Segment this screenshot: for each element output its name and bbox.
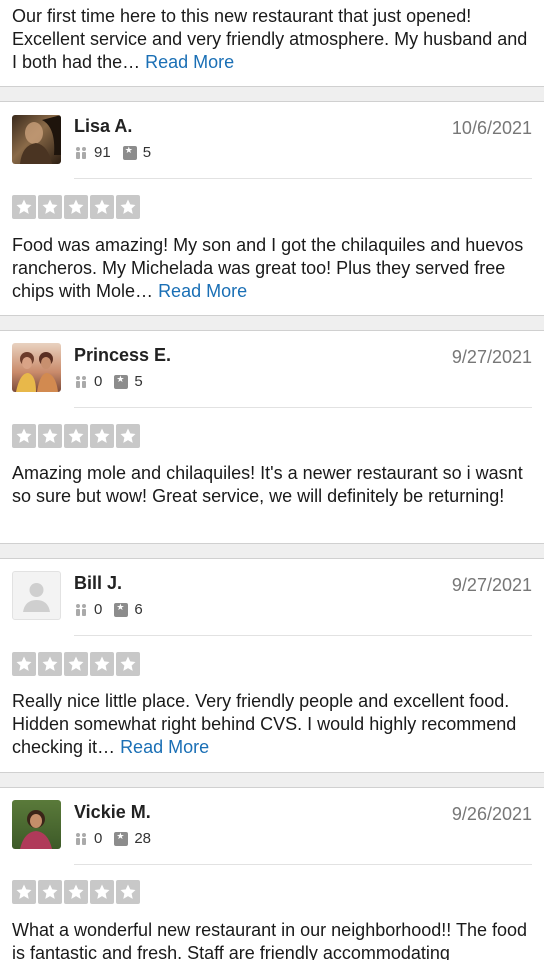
review-count-icon [114,374,129,389]
star-icon [64,880,88,904]
avatar[interactable] [12,343,61,392]
star-icon [90,195,114,219]
star-icon [12,652,36,676]
reviewer-stats: 0 5 [74,373,155,390]
review-text: Really nice little place. Very friendly … [12,691,517,757]
star-rating [12,652,142,676]
review-card: Our first time here to this new restaura… [0,0,544,86]
review-card: Bill J. 9/27/2021 0 6 Really nice little… [0,559,544,772]
reviewer-stats: 0 6 [74,601,155,618]
friends-count: 0 [94,373,103,390]
star-rating [12,880,142,904]
review-date: 9/27/2021 [451,575,532,595]
star-icon [38,880,62,904]
review-count-icon [122,145,137,160]
friends-icon [74,832,88,846]
review-count-icon [114,831,129,846]
read-more-link[interactable]: Read More [120,737,209,757]
avatar[interactable] [12,800,61,849]
reviewer-name[interactable]: Bill J. [74,573,122,594]
review-card: Lisa A. 10/6/2021 91 5 Food was amazing!… [0,102,544,315]
review-text: Amazing mole and chilaquiles! It's a new… [12,463,523,506]
star-rating [12,424,142,448]
review-text: Our first time here to this new restaura… [12,6,528,72]
review-card: Princess E. 9/27/2021 0 5 Amazing mole a… [0,331,544,543]
friends-icon [74,375,88,389]
review-count: 5 [134,373,143,390]
friends-count: 91 [94,144,111,161]
reviewer-stats: 91 5 [74,144,163,161]
divider [74,407,532,408]
review-text: What a wonderful new restaurant in our n… [12,920,527,960]
divider [74,635,532,636]
star-icon [116,424,140,448]
star-icon [116,195,140,219]
star-icon [90,652,114,676]
review-date: 10/6/2021 [451,118,532,138]
divider [74,864,532,865]
friends-icon [74,146,88,160]
star-icon [64,195,88,219]
review-separator [0,86,544,102]
star-icon [116,652,140,676]
friends-count: 0 [94,830,103,847]
star-icon [12,424,36,448]
read-more-link[interactable]: Read More [158,281,247,301]
star-icon [64,424,88,448]
read-more-link[interactable]: Read More [145,52,234,72]
review-count: 5 [142,144,152,161]
star-icon [38,195,62,219]
review-count-icon [114,602,129,617]
review-count: 6 [134,601,143,618]
star-icon [38,652,62,676]
review-text: Food was amazing! My son and I got the c… [12,235,524,301]
star-icon [90,424,114,448]
friends-count: 0 [94,601,103,618]
star-icon [12,195,36,219]
star-icon [12,880,36,904]
review-date: 9/27/2021 [451,347,532,367]
review-count: 28 [134,830,152,847]
review-card: Vickie M. 9/26/2021 0 28 What a wonderfu… [0,788,544,960]
review-date: 9/26/2021 [451,804,532,824]
review-separator [0,543,544,559]
review-separator [0,315,544,331]
reviewer-name[interactable]: Vickie M. [74,802,151,823]
reviewer-name[interactable]: Lisa A. [74,116,132,137]
review-separator [0,772,544,788]
divider [74,178,532,179]
friends-icon [74,603,88,617]
star-icon [64,652,88,676]
reviewer-name[interactable]: Princess E. [74,345,171,366]
star-icon [90,880,114,904]
avatar[interactable] [12,571,61,620]
avatar[interactable] [12,115,61,164]
star-icon [38,424,62,448]
star-rating [12,195,142,219]
reviewer-stats: 0 28 [74,830,163,847]
star-icon [116,880,140,904]
